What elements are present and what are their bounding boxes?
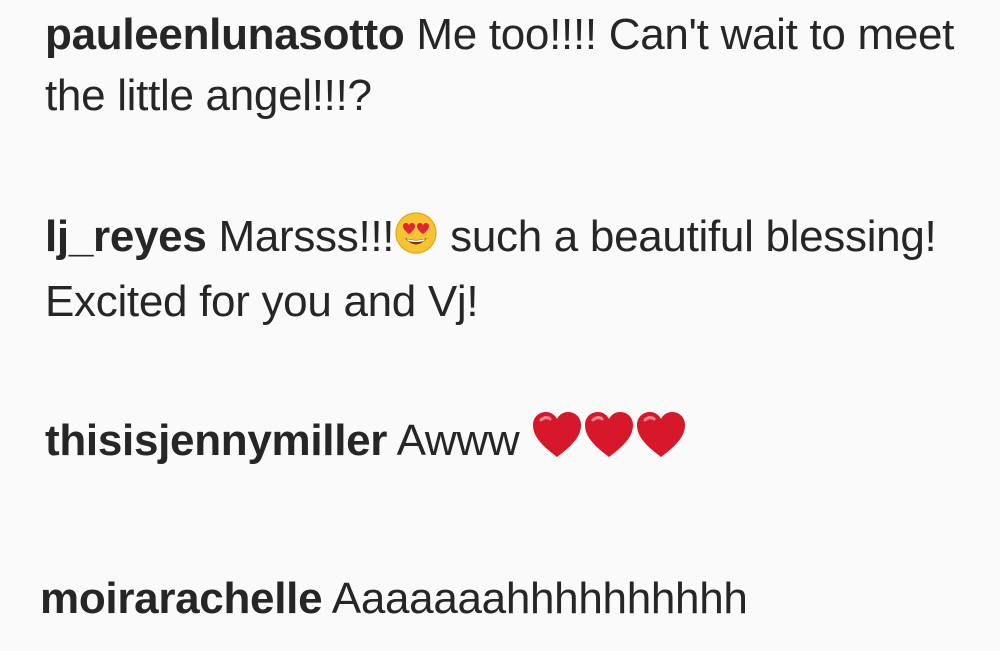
heart-eyes-smiley-icon bbox=[394, 210, 438, 271]
comment-username[interactable]: lj_reyes bbox=[45, 212, 207, 261]
red-heart-icon bbox=[583, 411, 635, 475]
comment-username[interactable]: moirarachelle bbox=[40, 574, 323, 623]
comment-text: Aaaaaaahhhhhhhhhh bbox=[331, 574, 748, 623]
comment-text: Marsss!!! bbox=[218, 212, 395, 261]
red-heart-icon bbox=[531, 411, 583, 475]
comment-text: Awww bbox=[396, 416, 532, 465]
comment-item: lj_reyes Marsss!!! such a beautiful bles… bbox=[45, 206, 975, 332]
comment-username[interactable]: pauleenlunasotto bbox=[45, 10, 405, 59]
comment-item: pauleenlunasotto Me too!!!! Can't wait t… bbox=[45, 4, 975, 126]
comment-item: moirarachelle Aaaaaaahhhhhhhhhh bbox=[40, 568, 970, 629]
comment-item: thisisjennymiller Awww bbox=[45, 410, 975, 475]
comment-username[interactable]: thisisjennymiller bbox=[45, 416, 387, 465]
red-heart-icon bbox=[635, 411, 687, 475]
